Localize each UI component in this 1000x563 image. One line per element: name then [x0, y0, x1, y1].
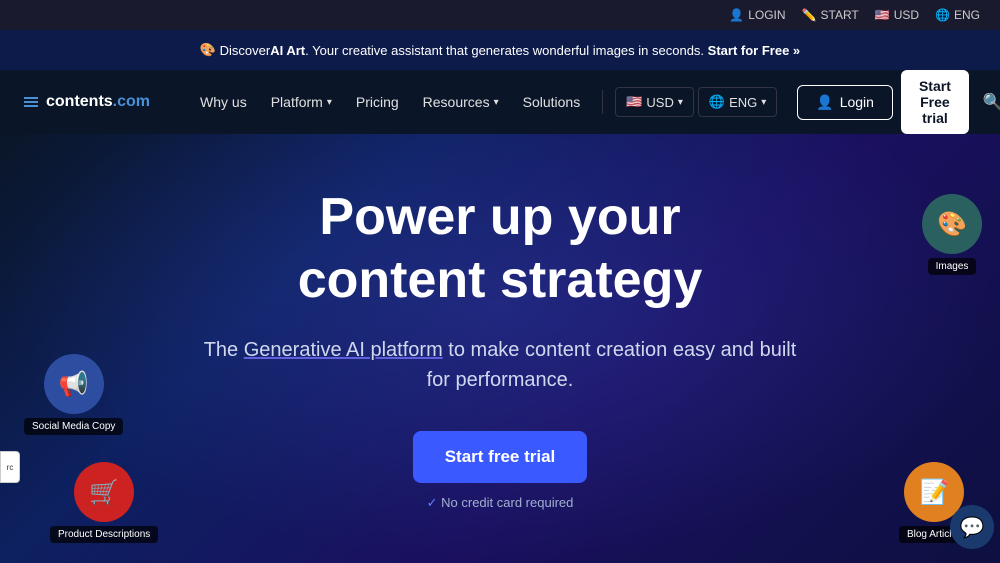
cart-icon: 🛒	[89, 478, 119, 507]
announcement-cta[interactable]: Start for Free »	[708, 43, 800, 58]
globe-icon-nav: 🌐	[709, 94, 725, 110]
user-icon-nav: 👤	[816, 94, 833, 111]
images-label: Images	[928, 258, 977, 275]
chat-button[interactable]: 💬	[950, 505, 994, 549]
nav-links: Why us Platform ▾ Pricing Resources ▾ So…	[190, 86, 777, 118]
nav-separator	[602, 90, 603, 114]
nav-pricing[interactable]: Pricing	[346, 86, 409, 118]
social-media-label: Social Media Copy	[24, 418, 123, 435]
blog-icon: 📝	[920, 478, 950, 507]
edit-icon: ✏️	[802, 8, 817, 22]
hero-section: 📢 Social Media Copy 🛒 Product Descriptio…	[0, 134, 1000, 563]
resources-chevron: ▾	[494, 97, 499, 108]
announcement-emoji: 🎨	[200, 42, 216, 58]
lang-selector[interactable]: 🌐 ENG ▾	[698, 87, 777, 117]
no-credit-card-text: No credit card required	[427, 495, 574, 511]
search-button[interactable]: 🔍	[977, 86, 1000, 118]
login-button[interactable]: 👤 Login	[797, 85, 893, 120]
hero-title: Power up your content strategy	[298, 186, 703, 311]
start-trial-button[interactable]: Start Free trial	[901, 70, 969, 134]
nav-platform[interactable]: Platform ▾	[261, 86, 342, 118]
top-bar: 👤 LOGIN ✏️ START 🇺🇸 USD 🌐 ENG	[0, 0, 1000, 30]
start-topbar[interactable]: ✏️ START	[802, 8, 859, 22]
globe-icon-top: 🌐	[935, 8, 950, 22]
social-media-icon-circle: 📢	[44, 354, 104, 414]
megaphone-icon: 📢	[59, 370, 89, 399]
logo-bars-icon	[24, 97, 38, 107]
nav-right: 👤 Login Start Free trial 🔍	[797, 70, 1000, 134]
usd-topbar[interactable]: 🇺🇸 USD	[875, 8, 919, 22]
usd-chevron: ▾	[678, 97, 683, 108]
flag-icon-nav: 🇺🇸	[626, 94, 642, 110]
login-topbar[interactable]: 👤 LOGIN	[729, 8, 785, 22]
badge-social-media: 📢 Social Media Copy	[24, 354, 123, 435]
badge-images: 🎨 Images	[922, 194, 982, 275]
badge-product-descriptions: 🛒 Product Descriptions	[50, 462, 158, 543]
announcement-text-before: Discover	[220, 43, 271, 58]
announcement-text-after: . Your creative assistant that generates…	[305, 43, 704, 58]
hero-cta-button[interactable]: Start free trial	[413, 431, 588, 483]
logo-text: contents.com	[46, 93, 150, 111]
eng-topbar[interactable]: 🌐 ENG	[935, 8, 980, 22]
flag-icon: 🇺🇸	[875, 8, 890, 22]
usd-selector[interactable]: 🇺🇸 USD ▾	[615, 87, 694, 117]
nav-resources[interactable]: Resources ▾	[413, 86, 509, 118]
hero-subtitle: The Generative AI platform to make conte…	[190, 335, 810, 395]
navbar: contents.com Why us Platform ▾ Pricing R…	[0, 70, 1000, 134]
nav-why-us[interactable]: Why us	[190, 86, 257, 118]
images-icon: 🎨	[937, 210, 967, 239]
user-icon: 👤	[729, 8, 744, 22]
announcement-bar: 🎨 Discover AI Art . Your creative assist…	[0, 30, 1000, 70]
platform-chevron: ▾	[327, 97, 332, 108]
images-icon-circle: 🎨	[922, 194, 982, 254]
product-label: Product Descriptions	[50, 526, 158, 543]
recaptcha-badge: rc	[0, 451, 20, 483]
nav-solutions[interactable]: Solutions	[513, 86, 591, 118]
logo[interactable]: contents.com	[24, 93, 150, 111]
lang-chevron: ▾	[761, 97, 766, 108]
product-icon-circle: 🛒	[74, 462, 134, 522]
hero-subtitle-link: Generative AI platform	[244, 339, 443, 361]
announcement-highlight: AI Art	[270, 43, 305, 58]
